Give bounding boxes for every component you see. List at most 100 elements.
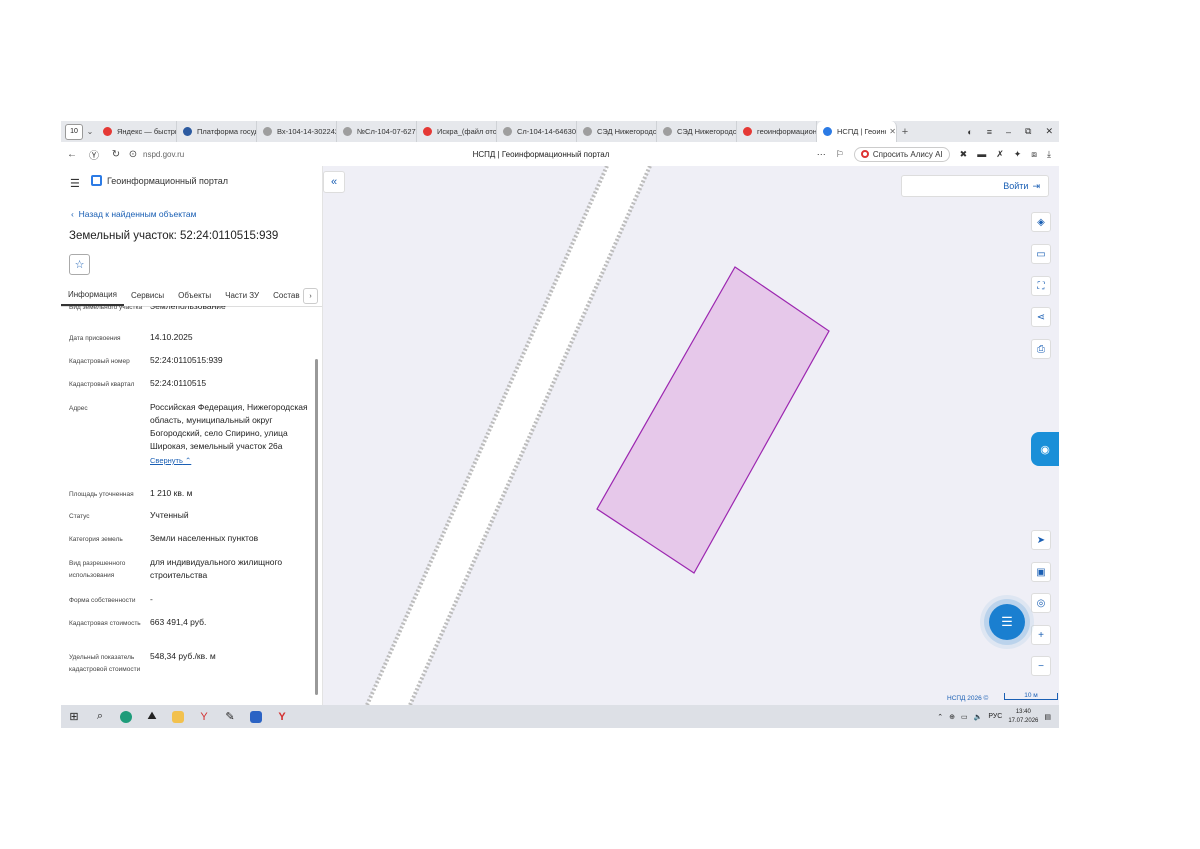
network-icon[interactable]: ⊕ (949, 713, 955, 721)
zoom-in-button[interactable]: + (1031, 625, 1051, 645)
favorite-star-icon[interactable]: ☆ (69, 254, 90, 275)
restore-icon[interactable]: ⧉ (1025, 126, 1031, 137)
reload-icon[interactable]: ↻ (105, 149, 127, 160)
tab-favicon-icon (823, 127, 832, 136)
share-button[interactable]: ⋖ (1031, 307, 1051, 327)
browser-tab[interactable]: Вх-104-14-302242 (257, 121, 337, 142)
tabs-scroll-right-icon[interactable]: › (303, 288, 318, 304)
browser-tab[interactable]: геоинформацион (737, 121, 817, 142)
attribute-value: для индивидуального жилищного строительс… (150, 556, 310, 582)
attribute-value-text: 52:24:0110515:939 (150, 355, 223, 365)
start-icon[interactable]: ⊞ (61, 705, 87, 728)
extension-icon[interactable]: ▬ (977, 149, 986, 159)
tab-object-2[interactable]: Объекты (171, 284, 218, 306)
map-scale-bar: 10 м (1004, 692, 1058, 700)
tab-favicon-icon (503, 127, 512, 136)
attribute-value-text: Учтенный (150, 510, 189, 520)
url-field[interactable]: nspd.gov.ru (143, 150, 184, 159)
login-button[interactable]: Войти ⇥ (901, 175, 1049, 197)
attribute-value: 548,34 руб./кв. м (150, 650, 310, 663)
tab-count-badge[interactable]: 10 (65, 123, 83, 140)
notifications-icon[interactable]: ▤ (1044, 713, 1051, 721)
bookmark-icon[interactable]: ⚐ (836, 149, 844, 160)
puzzle-icon[interactable]: ✦ (1014, 149, 1022, 160)
attribute-value-text: 1 210 кв. м (150, 488, 193, 498)
assistant-tab[interactable]: ◉ (1031, 432, 1059, 466)
language-indicator[interactable]: РУС (988, 713, 1002, 720)
tab-favicon-icon (663, 127, 672, 136)
minimap-button[interactable]: ▣ (1031, 562, 1051, 582)
clock-time: 13:40 (1015, 708, 1031, 715)
paint-icon[interactable]: ✎ (217, 705, 243, 728)
browser-tab[interactable]: Яндекс — быстрый (97, 121, 177, 142)
browser-tab[interactable]: Платформа госуд (177, 121, 257, 142)
profile-icon[interactable]: ◐ (967, 127, 972, 137)
tab-object-4[interactable]: Состав (266, 284, 307, 306)
clock[interactable]: 13:40 17.07.2026 (1008, 708, 1038, 726)
browser-tab[interactable]: №Сл-104-07-6278 (337, 121, 417, 142)
measure-button[interactable]: ▭ (1031, 244, 1051, 264)
collapse-panel-button[interactable]: « (323, 171, 345, 193)
login-icon: ⇥ (1032, 180, 1040, 191)
extension-icon[interactable]: ✖ (960, 149, 968, 160)
layers-button[interactable]: ◈ (1031, 212, 1051, 232)
land-parcel-polygon[interactable] (596, 266, 830, 574)
minus-icon: − (1038, 660, 1044, 672)
download-icon[interactable]: ⤓ (1047, 149, 1051, 160)
menu-icon[interactable]: ≡ (987, 127, 992, 137)
location-button[interactable]: ◎ (1031, 593, 1051, 613)
map-view[interactable]: « Войти ⇥ ◈ ▭ ⛶ ⋖ ⎙ ◉ ➤ ▣ ◎ + − ☰ НСПД 2… (323, 166, 1059, 705)
system-tray: ⌃ ⊕ ▭ 🔈 РУС 13:40 17.07.2026 ▤ (937, 705, 1051, 728)
zoom-out-button[interactable]: − (1031, 656, 1051, 676)
yandex-icon[interactable]: Ⓨ (83, 147, 105, 162)
extension-icon[interactable]: ✗ (996, 149, 1004, 160)
new-tab-icon[interactable]: + (897, 126, 913, 138)
tab-label: Вх-104-14-302242 (277, 127, 336, 136)
select-area-button[interactable]: ⛶ (1031, 276, 1051, 296)
browser-tab[interactable]: СЭД Нижегородск (577, 121, 657, 142)
collections-icon[interactable]: ⧈ (1031, 149, 1037, 160)
yandex-browser-icon[interactable]: Y (191, 705, 217, 728)
geolocation-button[interactable]: ➤ (1031, 530, 1051, 550)
chat-button[interactable]: ☰ (989, 604, 1025, 640)
browser-tab[interactable]: Сл-104-14-646303 (497, 121, 577, 142)
monitor-icon[interactable]: ▭ (961, 713, 968, 721)
attribute-key: Форма собственности (69, 597, 136, 604)
hamburger-menu-icon[interactable]: ☰ (70, 177, 80, 190)
browser-tab[interactable]: Искра_(файл отоб (417, 121, 497, 142)
close-tab-icon[interactable]: ✕ (889, 127, 896, 136)
tab-object-1[interactable]: Сервисы (124, 284, 171, 306)
browser-tab[interactable]: СЭД Нижегородск (657, 121, 737, 142)
attribute-key: Вид разрешенного использования (69, 560, 126, 579)
clock-date: 17.07.2026 (1008, 717, 1039, 724)
search-icon[interactable]: ⌕ (87, 705, 113, 728)
print-icon: ⎙ (1037, 343, 1045, 355)
file-explorer-icon[interactable] (165, 705, 191, 728)
more-icon[interactable]: ⋯ (817, 149, 826, 160)
minimize-icon[interactable]: – (1006, 127, 1011, 137)
tab-list-chevron-icon[interactable]: ⌄ (83, 127, 97, 136)
scrollbar-thumb[interactable] (315, 359, 318, 695)
taskbar: ⊞ ⌕ ⛰ Y ✎ Y ⌃ ⊕ ▭ 🔈 РУС 13:40 17.07.2026… (61, 705, 1059, 728)
alice-icon (860, 150, 869, 158)
panel-scrollbar[interactable] (314, 309, 319, 705)
back-arrow-icon[interactable]: ← (61, 149, 83, 160)
volume-icon[interactable]: 🔈 (974, 713, 983, 721)
ask-alice-button[interactable]: Спросить Алису AI (853, 146, 950, 162)
edge-icon[interactable] (113, 705, 139, 728)
yandex-icon[interactable]: Y (269, 705, 295, 728)
photos-icon[interactable]: ⛰ (139, 705, 165, 728)
tab-object-3[interactable]: Части ЗУ (218, 284, 266, 306)
word-icon[interactable] (243, 705, 269, 728)
tab-object-0[interactable]: Информация (61, 284, 124, 306)
collapse-address-link[interactable]: Свернуть ⌃ (150, 454, 310, 467)
print-button[interactable]: ⎙ (1031, 339, 1051, 359)
browser-tab[interactable]: НСПД | Геоинф ✕ (817, 121, 897, 142)
assistant-icon: ◉ (1040, 443, 1050, 456)
close-window-icon[interactable]: ✕ (1045, 126, 1053, 137)
back-to-results-label: Назад к найденным объектам (78, 209, 197, 219)
navigation-arrow-icon: ➤ (1036, 534, 1046, 546)
back-to-results-link[interactable]: ‹ Назад к найденным объектам (71, 209, 196, 219)
tray-chevron-icon[interactable]: ⌃ (937, 713, 943, 721)
site-info-icon[interactable]: ⊙ (127, 149, 139, 160)
